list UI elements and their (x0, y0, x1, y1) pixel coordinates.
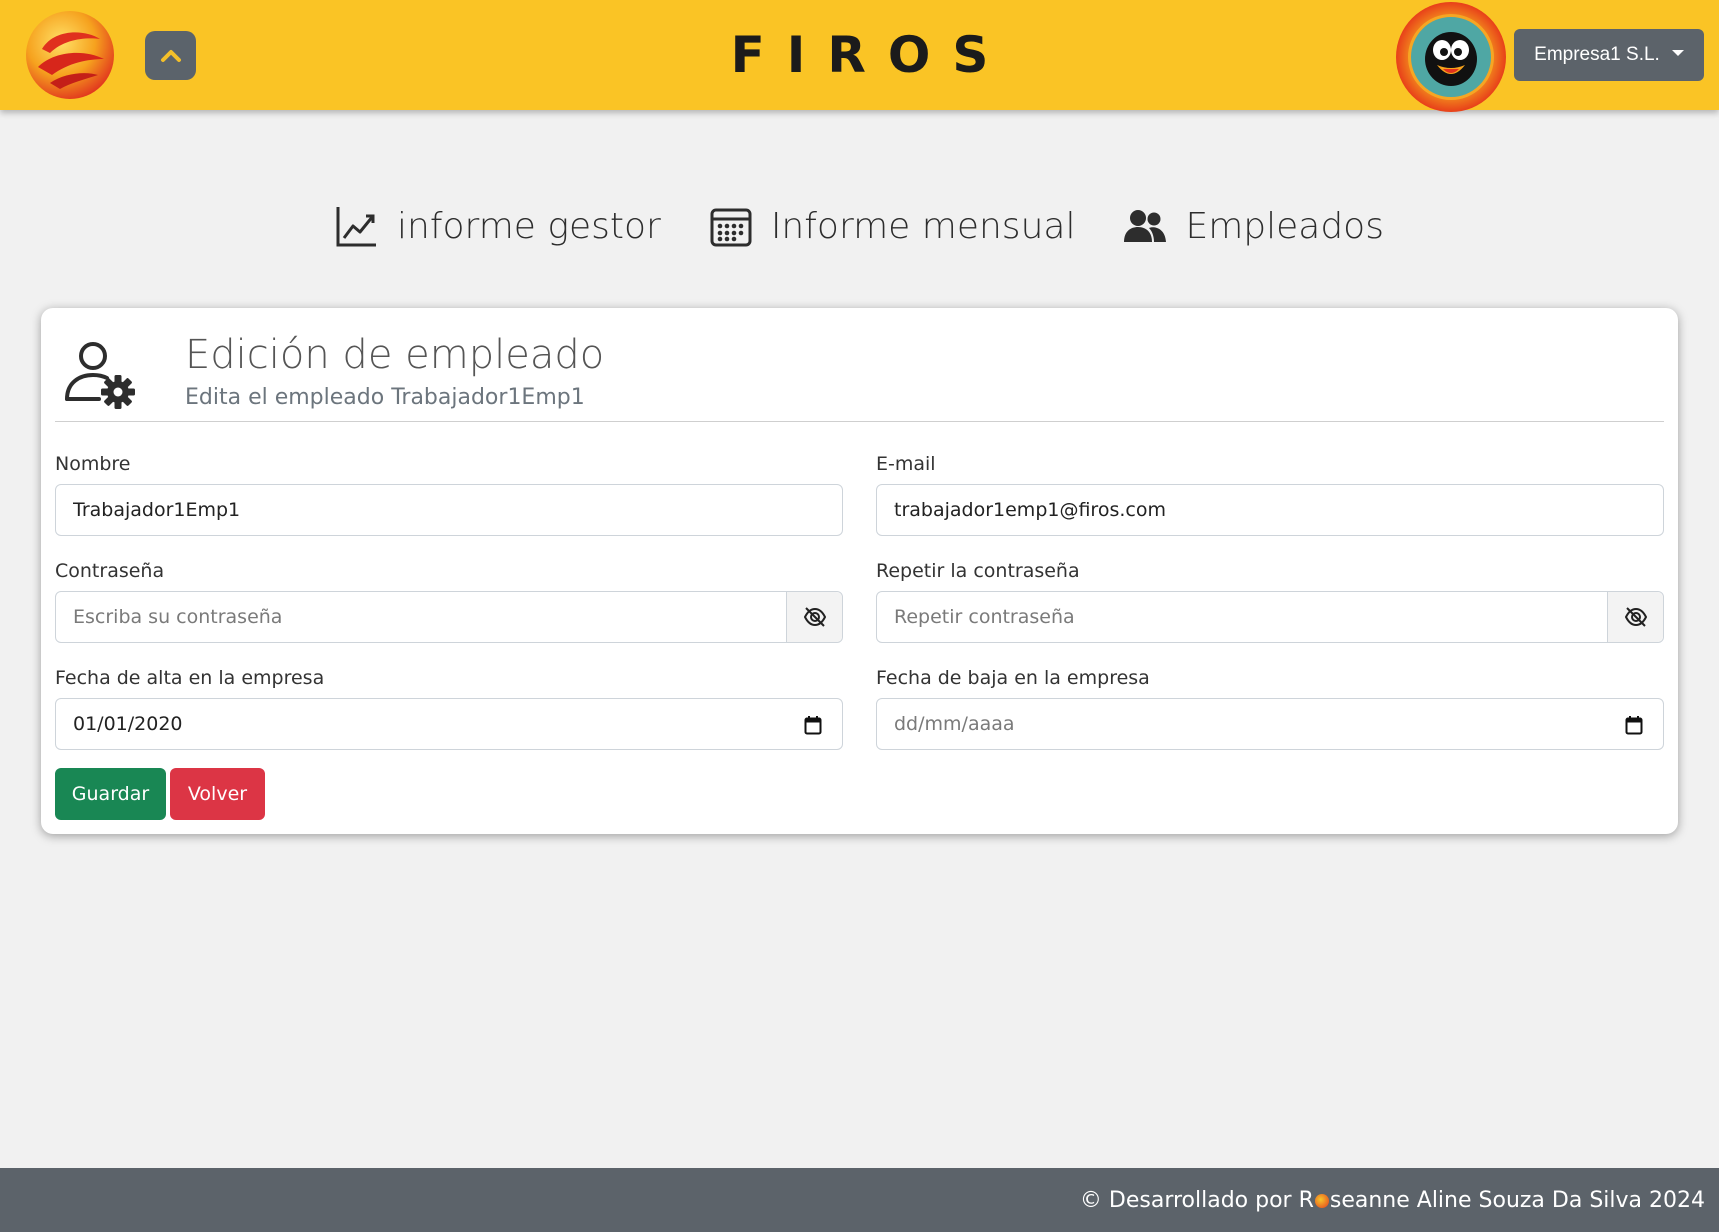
footer-credit-prefix: © Desarrollado por R (1079, 1187, 1314, 1213)
page-title: Edición de empleado (185, 332, 605, 378)
email-field-group: E-mail (876, 452, 1664, 536)
email-label: E-mail (876, 453, 936, 475)
calendar-picker-icon[interactable] (1625, 715, 1643, 735)
back-button[interactable]: Volver (170, 768, 265, 820)
chevron-up-icon (160, 49, 181, 62)
line-chart-icon (336, 207, 377, 247)
password-repeat-label: Repetir la contraseña (876, 560, 1080, 582)
nav-item-informe-gestor[interactable]: informe gestor (335, 196, 661, 256)
nombre-field-group: Nombre (55, 452, 843, 536)
password-repeat-field-group: Repetir la contraseña (876, 559, 1664, 643)
password-repeat-input[interactable] (877, 592, 1607, 642)
footer-credit: © Desarrollado por R seanne Aline Souza D… (1080, 1188, 1705, 1213)
password-input[interactable] (56, 592, 786, 642)
nav-label-empleados: Empleados (1185, 205, 1384, 247)
password-label: Contraseña (55, 560, 165, 582)
page-subtitle: Edita el empleado Trabajador1Emp1 (185, 385, 585, 410)
nav-label-informe-gestor: informe gestor (397, 205, 661, 247)
company-dropdown-button[interactable]: Empresa1 S.L. (1514, 29, 1704, 81)
logo-dot-icon (1314, 1193, 1329, 1208)
collapse-header-button[interactable] (145, 31, 196, 80)
calendar-picker-icon[interactable] (804, 715, 822, 735)
eye-slash-icon (803, 607, 826, 627)
company-label: Empresa1 S.L. (1534, 44, 1660, 65)
footer-credit-suffix: seanne Aline Souza Da Silva 2024 (1329, 1187, 1705, 1213)
caret-down-icon (1671, 50, 1684, 56)
fecha-baja-field-group: Fecha de baja en la empresa (876, 666, 1664, 750)
fecha-baja-input[interactable] (877, 699, 1663, 749)
email-input[interactable] (877, 485, 1663, 535)
penguin-avatar-icon (1425, 32, 1477, 86)
eye-slash-icon (1624, 607, 1647, 627)
firos-logo-icon[interactable] (24, 9, 116, 101)
nombre-input[interactable] (56, 485, 842, 535)
edit-employee-card: Edición de empleado Edita el empleado Tr… (41, 308, 1678, 834)
password-field-group: Contraseña (55, 559, 843, 643)
toggle-password-repeat-visibility-button[interactable] (1607, 592, 1663, 642)
fecha-alta-field-group: Fecha de alta en la empresa (55, 666, 843, 750)
footer: © Desarrollado por R seanne Aline Souza D… (0, 1168, 1719, 1232)
nav-item-empleados[interactable]: Empleados (1123, 196, 1384, 256)
nav-item-informe-mensual[interactable]: Informe mensual (709, 196, 1076, 256)
nav-label-informe-mensual: Informe mensual (770, 205, 1076, 247)
card-header: Edición de empleado Edita el empleado Tr… (55, 326, 1664, 422)
save-button[interactable]: Guardar (55, 768, 166, 820)
user-settings-icon (65, 342, 135, 409)
user-avatar[interactable] (1396, 2, 1506, 112)
top-header: FIROS Empresa1 S.L. (0, 0, 1719, 112)
nombre-label: Nombre (55, 453, 131, 475)
calendar-icon (710, 208, 752, 247)
fecha-baja-label: Fecha de baja en la empresa (876, 667, 1150, 689)
fecha-alta-input[interactable] (56, 699, 842, 749)
main-nav: informe gestor Informe mensual Empleados (0, 196, 1719, 256)
fecha-alta-label: Fecha de alta en la empresa (55, 667, 325, 689)
users-icon (1124, 210, 1167, 242)
toggle-password-visibility-button[interactable] (786, 592, 842, 642)
